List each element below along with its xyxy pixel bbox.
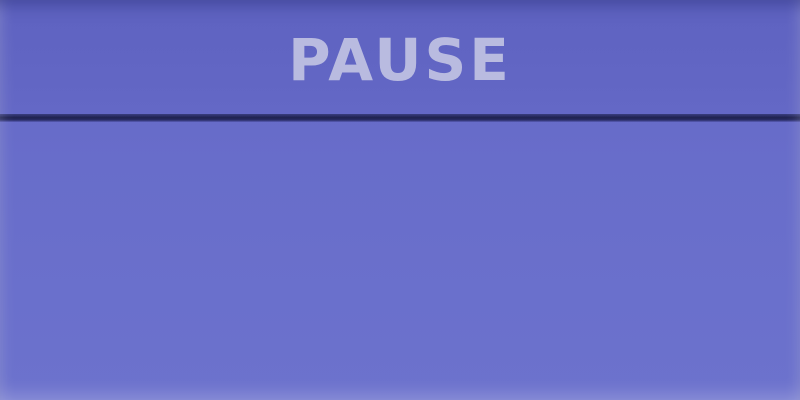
pause-screen: PAUSE: [0, 0, 800, 400]
pause-header: PAUSE: [0, 0, 800, 116]
header-divider: [0, 114, 800, 122]
pause-body-panel: [0, 122, 800, 400]
pause-title: PAUSE: [288, 26, 512, 94]
